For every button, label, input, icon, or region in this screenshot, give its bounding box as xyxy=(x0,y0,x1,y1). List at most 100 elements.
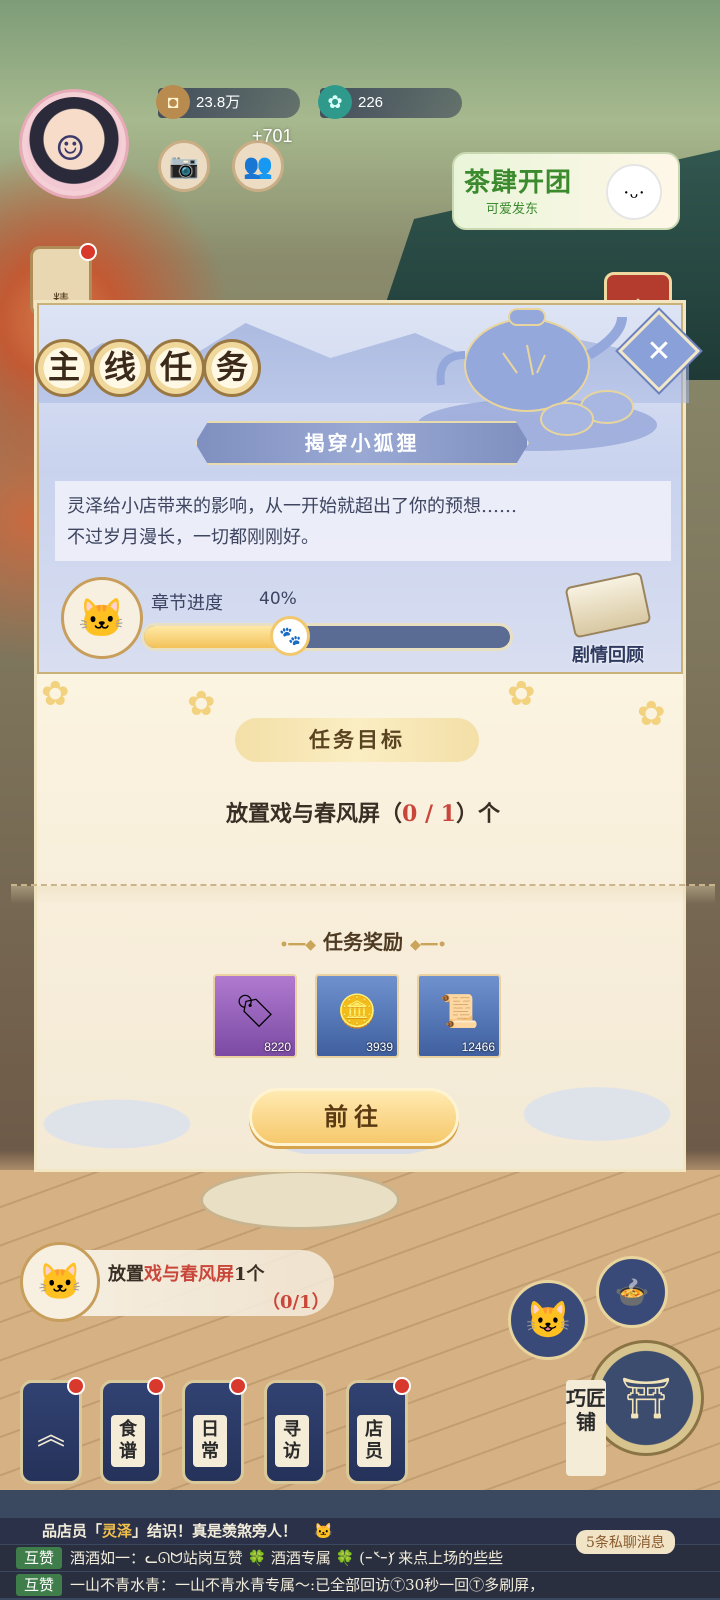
notification-dot xyxy=(147,1377,165,1395)
title-char: 主 xyxy=(35,339,93,397)
friends-button[interactable]: 👥 xyxy=(232,140,284,192)
description-line: 不过岁月漫长，一切都刚刚好。 xyxy=(67,527,319,548)
notification-dot xyxy=(393,1377,411,1395)
camera-button[interactable]: 📷 xyxy=(158,140,210,192)
event-title: 茶肆开团 xyxy=(464,168,573,198)
chat-tag: 互赞 xyxy=(16,1574,63,1596)
paper-fold-shade xyxy=(11,886,715,904)
title-char: 线 xyxy=(91,339,149,397)
event-banner[interactable]: 茶肆开团 可爱发东 ･ᴗ･ xyxy=(452,152,680,230)
artisan-shop-label[interactable]: 巧匠铺 xyxy=(566,1380,606,1476)
event-subtitle: 可爱发东 xyxy=(486,202,539,217)
cat-icon: 🐱 xyxy=(314,1522,333,1540)
avatar-face: ☺ xyxy=(55,129,86,169)
nav-label: 店员 xyxy=(357,1415,391,1467)
reward-item[interactable]: 🪙 3939 xyxy=(315,974,399,1058)
nav-label: 食谱 xyxy=(111,1415,145,1467)
system-suffix: 」结识！真是羡煞旁人！ xyxy=(132,1522,298,1540)
notification-dot xyxy=(79,243,97,261)
reward-list: 🏷 8220 🪙 3939 📜 12466 xyxy=(213,974,513,1060)
reward-qty: 8220 xyxy=(264,1040,291,1054)
friends-icon: 👥 xyxy=(243,152,273,180)
nav-explore[interactable]: 寻访 xyxy=(264,1380,326,1484)
player-avatar[interactable]: ☺ xyxy=(22,92,126,196)
bowl-icon[interactable]: 🍲 xyxy=(596,1256,668,1328)
reward-item[interactable]: 🏷 8220 xyxy=(213,974,297,1058)
title-char: 务 xyxy=(203,339,261,397)
paw-icon: 🐾 xyxy=(270,616,311,656)
quest-type-title: 主 线 任 务 xyxy=(25,331,265,411)
goto-button[interactable]: 前往 xyxy=(249,1088,459,1146)
tracker-prefix: 放置 xyxy=(108,1264,144,1285)
chat-tag: 互赞 xyxy=(16,1547,63,1569)
objective-text: 放置戏与春风屏（0 / 1）个 xyxy=(37,796,689,828)
coin-amount: 23.8万 xyxy=(196,94,241,111)
quest-description: 灵泽给小店带来的影响，从一开始就超出了你的预想…… 不过岁月漫长，一切都刚刚好。 xyxy=(55,481,671,561)
nav-recipes[interactable]: 食谱 xyxy=(100,1377,165,1484)
progress-fill xyxy=(144,626,291,648)
chat-message[interactable]: 互赞 一山不青水青：一山不青水青专属～:已全部回访Ⓣ30秒一回Ⓣ多刷屏， xyxy=(0,1572,720,1598)
tracker-suffix: 1个 xyxy=(234,1264,265,1285)
mascot-icon: ･ᴗ･ xyxy=(606,164,662,220)
ornament-icon: ◆━━• xyxy=(409,937,447,953)
reward-qty: 12466 xyxy=(461,1040,495,1054)
ornament-icon: •━━◆ xyxy=(279,937,317,953)
chevron-up-icon: ︽ xyxy=(37,1418,66,1451)
coin-icon: ◘ xyxy=(156,85,190,119)
chat-text: 酒酒如一：ᓚᘏᗢ站岗互赞 🍀 酒酒专属 🍀 (ｰ̀˘ｰ́) 来点上场的些些 xyxy=(70,1549,504,1567)
system-prefix: 品店员「 xyxy=(42,1522,103,1540)
nav-daily[interactable]: 日常 xyxy=(182,1377,247,1484)
cat-mascot-icon: 🐱 xyxy=(61,577,143,659)
objective-prefix: 放置戏与春风屏（ xyxy=(226,801,403,827)
quest-tracker-progress: （0/1） xyxy=(262,1292,330,1313)
scroll-icon xyxy=(564,571,652,639)
close-icon: ✕ xyxy=(646,333,672,369)
coin-counter[interactable]: ◘ 23.8万 xyxy=(156,85,300,119)
gem-icon: ✿ xyxy=(318,85,352,119)
quest-tracker[interactable]: 🐱 放置戏与春风屏1个 （0/1） xyxy=(20,1242,334,1322)
objective-count: 0 / 1 xyxy=(402,801,456,827)
gem-counter[interactable]: ✿ 226 xyxy=(318,85,462,119)
ticket-icon: 🏷 xyxy=(234,992,276,1030)
nav-expand-button[interactable]: ︽ xyxy=(20,1377,85,1484)
quest-tracker-text: 放置戏与春风屏1个 xyxy=(108,1260,265,1286)
nav-label: 寻访 xyxy=(275,1415,309,1467)
flower-decoration-icon: ✿ xyxy=(507,674,536,714)
flower-decoration-icon: ✿ xyxy=(637,694,666,734)
nav-staff[interactable]: 店员 xyxy=(346,1377,411,1484)
copper-coin-icon: 🪙 xyxy=(337,992,377,1030)
description-line: 灵泽给小店带来的影响，从一开始就超出了你的预想…… xyxy=(67,496,517,517)
cat-mascot-icon: 🐱 xyxy=(20,1242,100,1322)
reward-qty: 3939 xyxy=(366,1040,393,1054)
main-quest-dialog: 主 线 任 务 揭穿小狐狸 灵泽给小店带来的影响，从一开始就超出了你的预想…… … xyxy=(11,300,715,1172)
title-char: 任 xyxy=(147,339,205,397)
progress-bar: 🐾 xyxy=(141,616,513,656)
system-name: 灵泽 xyxy=(102,1522,133,1540)
progress-value: 40% xyxy=(259,589,297,609)
reward-header-label: 任务奖励 xyxy=(323,930,403,954)
story-review-label: 剧情回顾 xyxy=(572,645,644,666)
objective-suffix: ）个 xyxy=(455,801,500,827)
private-message-badge[interactable]: 5条私聊消息 xyxy=(576,1530,675,1554)
camera-icon: 📷 xyxy=(169,152,199,180)
friend-request-count: +701 xyxy=(252,126,293,146)
reward-header: •━━◆ 任务奖励 ◆━━• xyxy=(37,926,689,955)
nav-label: 日常 xyxy=(193,1415,227,1467)
notification-dot xyxy=(67,1377,85,1395)
scroll-icon: 📜 xyxy=(439,992,479,1030)
chat-text: 一山不青水青：一山不青水青专属～:已全部回访Ⓣ30秒一回Ⓣ多刷屏， xyxy=(70,1576,545,1594)
cat-face-icon[interactable]: 😺 xyxy=(508,1280,588,1360)
reward-item[interactable]: 📜 12466 xyxy=(417,974,501,1058)
floor-rug xyxy=(200,1170,400,1230)
objective-header: 任务目标 xyxy=(235,718,479,762)
progress-label: 章节进度 xyxy=(151,593,223,614)
notification-dot xyxy=(229,1377,247,1395)
gem-amount: 226 xyxy=(358,94,384,111)
quest-header-panel: 主 线 任 务 揭穿小狐狸 灵泽给小店带来的影响，从一开始就超出了你的预想…… … xyxy=(34,300,689,674)
chapter-progress: 🐱 章节进度 40% 🐾 剧情回顾 xyxy=(55,571,675,667)
quest-body-panel: ✿ ✿ ✿ ✿ 任务目标 放置戏与春风屏（0 / 1）个 •━━◆ 任务奖励 ◆… xyxy=(11,674,715,1172)
tracker-item: 戏与春风屏 xyxy=(144,1264,234,1285)
story-review-button[interactable]: 剧情回顾 xyxy=(553,571,663,667)
quest-name: 揭穿小狐狸 xyxy=(195,421,529,465)
flower-decoration-icon: ✿ xyxy=(187,684,216,724)
